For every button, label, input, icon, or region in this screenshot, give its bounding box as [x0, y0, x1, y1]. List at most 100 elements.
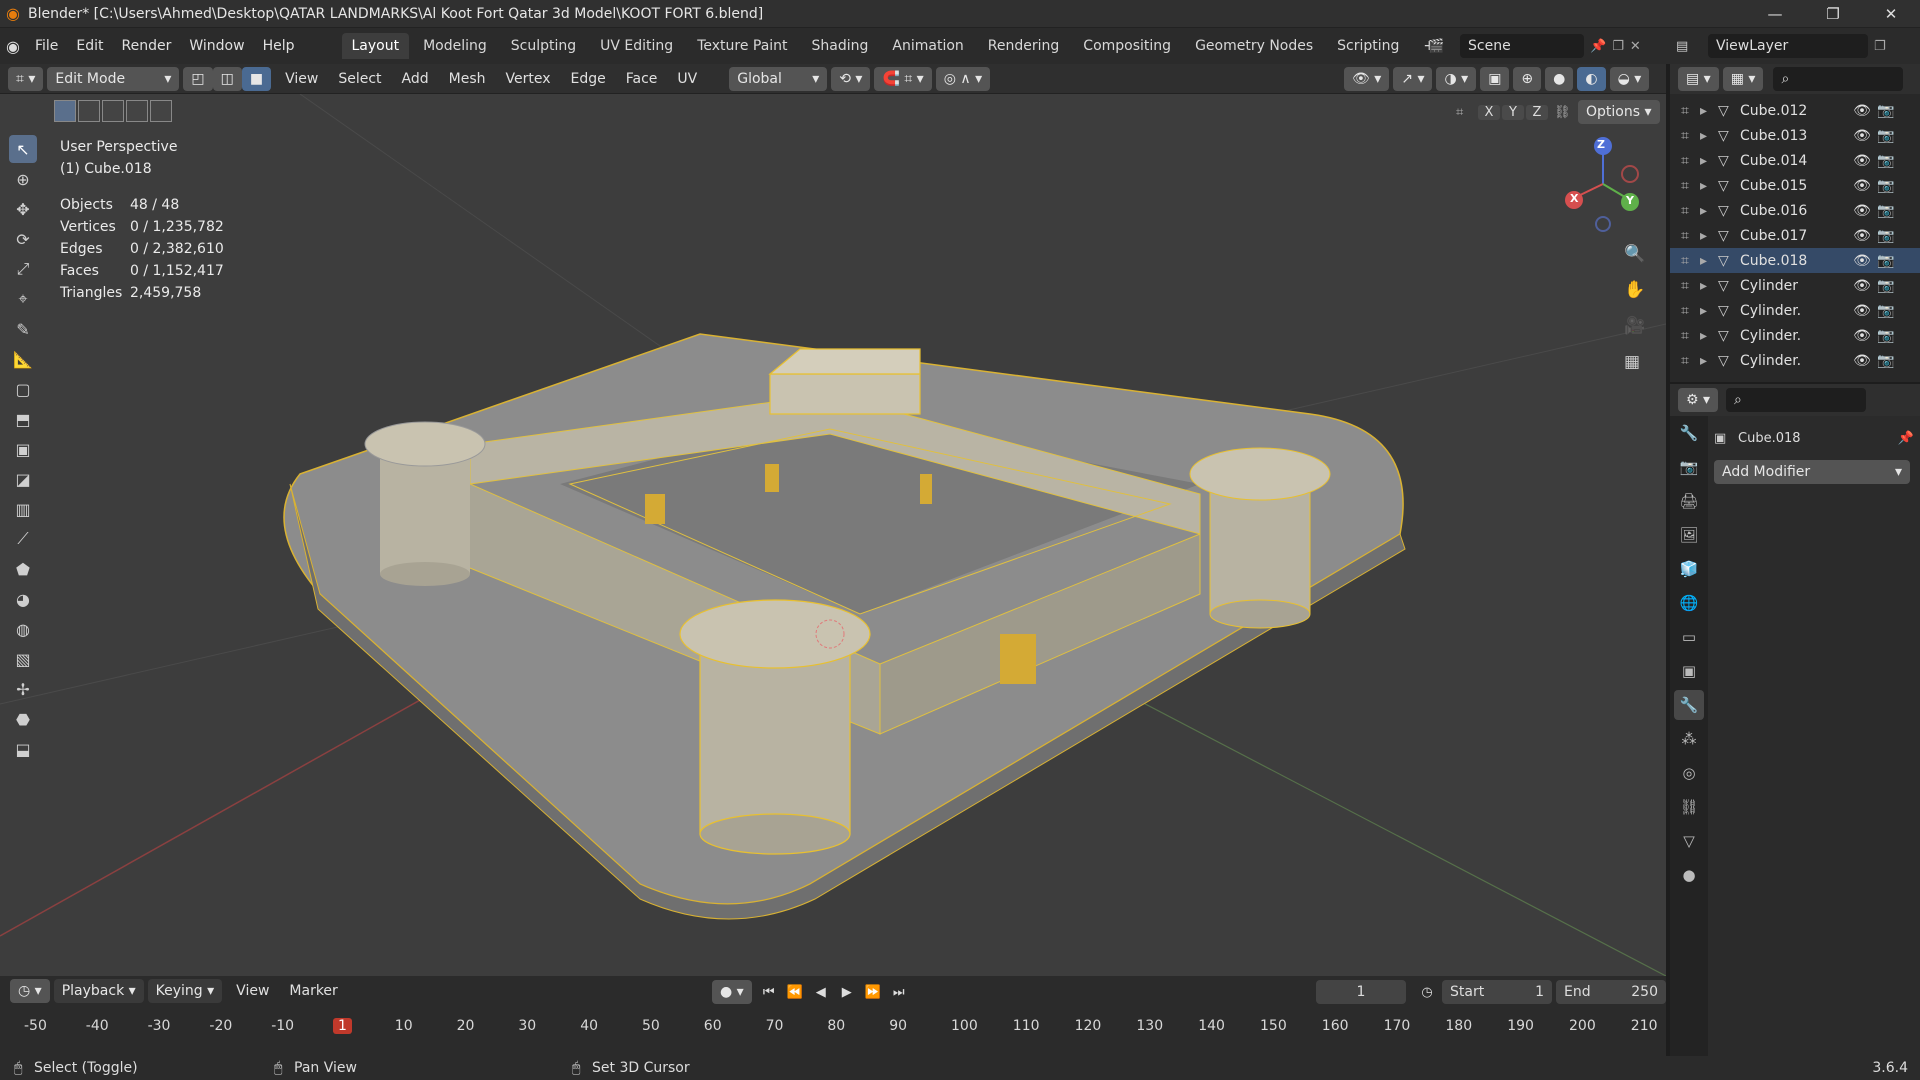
- annotate-tool[interactable]: ✎: [9, 315, 37, 343]
- visibility-hierarchy-icon[interactable]: ⌗: [1670, 228, 1700, 244]
- new-view-layer-icon[interactable]: ❐: [1874, 39, 1886, 54]
- properties-editor-type-button[interactable]: ⚙ ▾: [1678, 388, 1719, 412]
- outliner-item[interactable]: ⌗ ▸ ▽ Cube.017 👁 📷: [1670, 223, 1920, 248]
- view-layer-icon[interactable]: ▤: [1676, 39, 1708, 54]
- tab-texture-paint[interactable]: Texture Paint: [687, 33, 797, 59]
- tab-animation[interactable]: Animation: [882, 33, 973, 59]
- camera-render-icon[interactable]: 📷: [1874, 128, 1898, 144]
- outliner-item[interactable]: ⌗ ▸ ▽ Cylinder 👁 📷: [1670, 273, 1920, 298]
- physics-tab-icon[interactable]: ◎: [1674, 758, 1704, 788]
- knife-tool[interactable]: ⟋: [9, 525, 37, 553]
- move-tool[interactable]: ✥: [9, 195, 37, 223]
- expand-arrow-icon[interactable]: ▸: [1700, 328, 1718, 344]
- pin-icon[interactable]: 📌: [1898, 431, 1914, 446]
- outliner-item[interactable]: ⌗ ▸ ▽ Cube.015 👁 📷: [1670, 173, 1920, 198]
- 3d-viewport[interactable]: ↖ ⊕ ✥ ⟳ ⤢ ⌖ ✎ 📐 ▢ ⬒ ▣ ◪ ▥ ⟋ ⬟ ◕ ◍ ▧ ✢ ⬣ …: [0, 94, 1666, 976]
- outliner-item[interactable]: ⌗ ▸ ▽ Cylinder. 👁 📷: [1670, 298, 1920, 323]
- blender-menu-icon[interactable]: ◉: [6, 37, 20, 56]
- transform-tool[interactable]: ⌖: [9, 285, 37, 313]
- shear-tool[interactable]: ⬣: [9, 705, 37, 733]
- end-frame-field[interactable]: End 250: [1556, 980, 1666, 1004]
- preview-range-icon[interactable]: ◷: [1412, 985, 1442, 1000]
- expand-arrow-icon[interactable]: ▸: [1700, 303, 1718, 319]
- tool-tab-icon[interactable]: 🔧: [1674, 418, 1704, 448]
- eye-icon[interactable]: 👁: [1850, 203, 1874, 219]
- inset-tool[interactable]: ▣: [9, 435, 37, 463]
- constraints-tab-icon[interactable]: ⛓: [1674, 792, 1704, 822]
- expand-arrow-icon[interactable]: ▸: [1700, 128, 1718, 144]
- view-layer-tab-icon[interactable]: 🖼: [1674, 520, 1704, 550]
- new-scene-icon[interactable]: ❐: [1612, 39, 1624, 54]
- jump-next-keyframe-icon[interactable]: ⏩: [860, 985, 886, 1000]
- render-tab-icon[interactable]: 📷: [1674, 452, 1704, 482]
- view-layer-field[interactable]: ViewLayer: [1708, 34, 1868, 58]
- visibility-hierarchy-icon[interactable]: ⌗: [1670, 278, 1700, 294]
- loop-cut-tool[interactable]: ▥: [9, 495, 37, 523]
- rendered-shading-button[interactable]: ◒ ▾: [1609, 67, 1650, 91]
- minimize-button[interactable]: —: [1746, 0, 1804, 28]
- eye-icon[interactable]: 👁: [1850, 303, 1874, 319]
- select-intersect-button[interactable]: [150, 100, 172, 122]
- camera-render-icon[interactable]: 📷: [1874, 303, 1898, 319]
- viewport-menu-view[interactable]: View: [275, 71, 328, 87]
- visibility-hierarchy-icon[interactable]: ⌗: [1670, 153, 1700, 169]
- timeline-menu-marker[interactable]: Marker: [279, 983, 347, 999]
- maximize-button[interactable]: ❐: [1804, 0, 1862, 28]
- gizmo-toggle-button[interactable]: ↗ ▾: [1393, 67, 1433, 91]
- collection-tab-icon[interactable]: ▭: [1674, 622, 1704, 652]
- visibility-hierarchy-icon[interactable]: ⌗: [1670, 128, 1700, 144]
- eye-icon[interactable]: 👁: [1850, 228, 1874, 244]
- camera-render-icon[interactable]: 📷: [1874, 253, 1898, 269]
- perspective-grid-icon[interactable]: ▦: [1624, 352, 1645, 388]
- expand-arrow-icon[interactable]: ▸: [1700, 203, 1718, 219]
- outliner-item[interactable]: ⌗ ▸ ▽ Cube.013 👁 📷: [1670, 123, 1920, 148]
- outliner-item[interactable]: ⌗ ▸ ▽ Cube.018 👁 📷: [1670, 248, 1920, 273]
- edge-slide-tool[interactable]: ▧: [9, 645, 37, 673]
- expand-arrow-icon[interactable]: ▸: [1700, 353, 1718, 369]
- select-box-tool[interactable]: ↖: [9, 135, 37, 163]
- expand-arrow-icon[interactable]: ▸: [1700, 153, 1718, 169]
- select-subtract-button[interactable]: [102, 100, 124, 122]
- start-frame-field[interactable]: Start 1: [1442, 980, 1552, 1004]
- camera-view-icon[interactable]: 🎥: [1624, 316, 1645, 352]
- menu-edit[interactable]: Edit: [67, 38, 112, 54]
- options-dropdown[interactable]: Options ▾: [1578, 100, 1660, 124]
- object-tab-icon[interactable]: ▣: [1674, 656, 1704, 686]
- timeline-editor-type-button[interactable]: ◷ ▾: [10, 979, 50, 1003]
- xray-toggle-button[interactable]: ▣: [1480, 67, 1510, 91]
- keying-menu[interactable]: Keying ▾: [147, 979, 223, 1003]
- eye-icon[interactable]: 👁: [1850, 153, 1874, 169]
- solid-shading-button[interactable]: ●: [1545, 67, 1574, 91]
- poly-build-tool[interactable]: ⬟: [9, 555, 37, 583]
- scene-browse-icon[interactable]: 🎬: [1428, 39, 1460, 54]
- zoom-icon[interactable]: 🔍: [1624, 244, 1645, 280]
- rip-region-tool[interactable]: ⬓: [9, 735, 37, 763]
- outliner-search-field[interactable]: ⌕: [1773, 67, 1904, 91]
- menu-help[interactable]: Help: [254, 38, 304, 54]
- tab-compositing[interactable]: Compositing: [1073, 33, 1181, 59]
- visibility-hierarchy-icon[interactable]: ⌗: [1670, 253, 1700, 269]
- proportional-editing-button[interactable]: ◎ ∧ ▾: [935, 66, 991, 91]
- output-tab-icon[interactable]: 🖨: [1674, 486, 1704, 516]
- select-new-button[interactable]: [54, 100, 76, 122]
- measure-tool[interactable]: 📐: [9, 345, 37, 373]
- delete-scene-icon[interactable]: ✕: [1630, 39, 1641, 54]
- camera-render-icon[interactable]: 📷: [1874, 153, 1898, 169]
- edge-select-button[interactable]: ◫: [212, 66, 242, 91]
- extrude-tool[interactable]: ⬒: [9, 405, 37, 433]
- camera-render-icon[interactable]: 📷: [1874, 328, 1898, 344]
- visibility-hierarchy-icon[interactable]: ⌗: [1670, 203, 1700, 219]
- expand-arrow-icon[interactable]: ▸: [1700, 103, 1718, 119]
- visibility-hierarchy-icon[interactable]: ⌗: [1670, 178, 1700, 194]
- viewport-menu-uv[interactable]: UV: [667, 71, 707, 87]
- outliner-item[interactable]: ⌗ ▸ ▽ Cylinder. 👁 📷: [1670, 323, 1920, 348]
- overlay-toggle-button[interactable]: ◑ ▾: [1436, 67, 1477, 91]
- mirror-x-toggle[interactable]: X: [1478, 104, 1500, 120]
- tab-layout[interactable]: Layout: [341, 33, 410, 59]
- menu-window[interactable]: Window: [180, 38, 253, 54]
- smooth-tool[interactable]: ◍: [9, 615, 37, 643]
- select-extend-button[interactable]: [78, 100, 100, 122]
- eye-icon[interactable]: 👁: [1850, 128, 1874, 144]
- material-shading-button[interactable]: ◐: [1577, 67, 1606, 91]
- material-tab-icon[interactable]: ●: [1674, 860, 1704, 890]
